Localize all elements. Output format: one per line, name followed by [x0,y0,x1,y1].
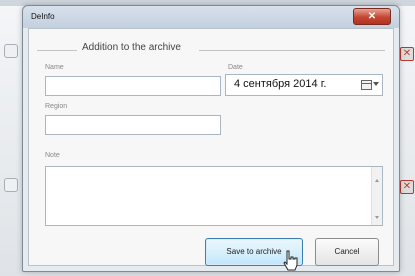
scroll-down-icon[interactable] [375,216,379,219]
close-button[interactable]: ✕ [353,8,391,25]
group-divider [199,50,385,51]
background-close-icon: ✕ [400,47,414,61]
background-close-icon: ✕ [400,180,414,194]
background-side-button [4,44,18,58]
note-scrollbar[interactable] [371,167,382,225]
date-label: Date [228,64,243,71]
background-side-button [4,178,18,192]
dialog-content: Addition to the archive Name Date 4 сент… [28,28,394,266]
region-label: Region [45,103,68,110]
cancel-button[interactable]: Cancel [315,238,379,266]
name-label: Name [45,64,64,71]
scroll-up-icon[interactable] [375,179,379,182]
note-textarea[interactable] [45,166,383,226]
region-input[interactable] [45,115,221,135]
group-title: Addition to the archive [82,42,181,53]
name-input[interactable] [45,76,221,96]
title-bar: DeInfo ✕ [23,6,399,28]
calendar-icon[interactable] [361,80,372,90]
window-title: DeInfo [31,12,55,21]
deinfo-dialog: DeInfo ✕ Addition to the archive Name Da… [22,5,400,272]
date-picker[interactable]: 4 сентября 2014 г. [225,74,383,96]
date-value: 4 сентября 2014 г. [234,78,327,90]
chevron-down-icon[interactable] [373,82,379,86]
group-divider [37,50,77,51]
hand-pointer-icon [283,250,298,271]
note-label: Note [45,152,60,159]
